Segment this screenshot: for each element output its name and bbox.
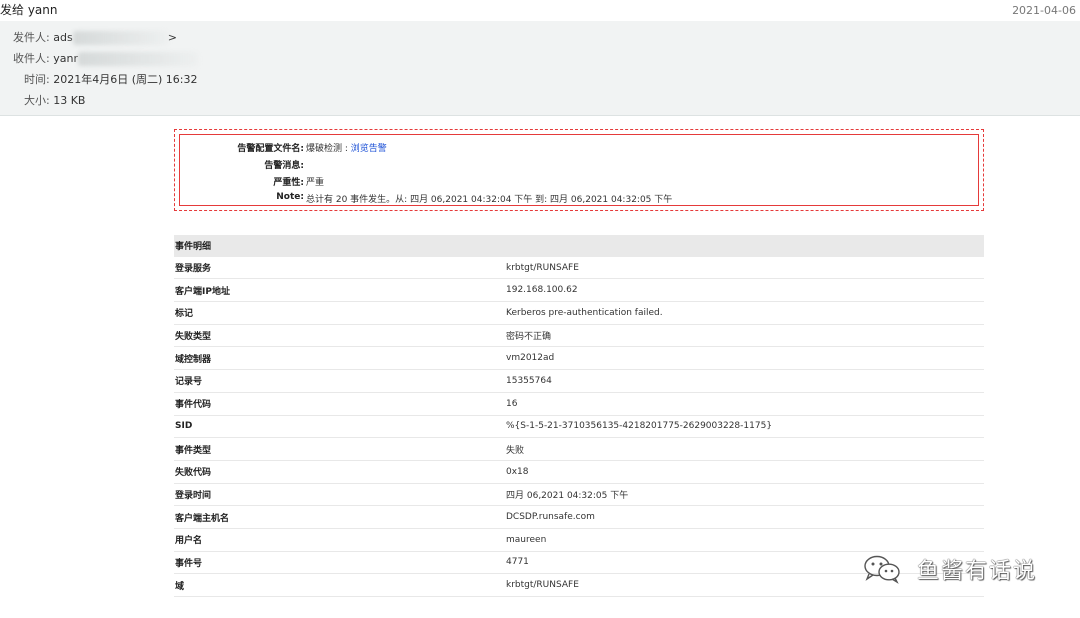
row-key: 失败类型 <box>174 324 499 348</box>
row-key: SID <box>174 415 499 439</box>
row-key: 用户名 <box>174 528 499 552</box>
table-row: 事件代码 16 <box>174 392 984 416</box>
alert-severity-label: 严重性: <box>273 178 304 188</box>
alert-profile-text: 爆破检测 : <box>306 144 351 154</box>
alert-profile-label: 告警配置文件名: <box>237 144 304 154</box>
redaction-blur <box>77 52 198 66</box>
row-value: krbtgt/RUNSAFE <box>499 256 984 280</box>
row-value: 0x18 <box>499 460 984 484</box>
size-value: 13 KB <box>53 94 86 107</box>
redaction-blur <box>72 31 168 45</box>
row-value: 失败 <box>499 437 984 461</box>
table-row: 失败类型 密码不正确 <box>174 324 984 348</box>
row-value: %{S-1-5-21-3710356135-4218201775-2629003… <box>499 415 984 439</box>
alert-note-row: Note: 总计有 20 事件发生。从: 四月 06,2021 04:32:04… <box>180 192 980 205</box>
row-value: Kerberos pre-authentication failed. <box>499 301 984 325</box>
table-row: 登录时间 四月 06,2021 04:32:05 下午 <box>174 483 984 507</box>
time-row: 时间: 2021年4月6日 (周二) 16:32 <box>24 71 198 87</box>
table-row: SID %{S-1-5-21-3710356135-4218201775-2629… <box>174 415 984 439</box>
row-value: DCSDP.runsafe.com <box>499 505 984 529</box>
from-value[interactable]: ads <box>53 31 72 44</box>
row-key: 事件代码 <box>174 392 499 416</box>
time-label: 时间: <box>24 73 50 86</box>
alert-summary-box: 告警配置文件名: 爆破检测 : 浏览告警 告警消息: 严重性: 严重 Note:… <box>174 129 984 211</box>
row-key: 失败代码 <box>174 460 499 484</box>
to-label: 收件人: <box>13 52 50 65</box>
email-subject-bar: 发给 yann 2021-04-06 <box>0 0 1080 22</box>
table-row: 失败代码 0x18 <box>174 460 984 484</box>
alert-profile-value: 爆破检测 : 浏览告警 <box>306 141 387 154</box>
row-value: 密码不正确 <box>499 324 984 348</box>
table-header-empty <box>499 235 984 257</box>
to-row: 收件人: yanr <box>13 50 198 66</box>
row-key: 客户端IP地址 <box>174 278 499 303</box>
email-date: 2021-04-06 <box>1012 4 1076 17</box>
table-row: 登录服务 krbtgt/RUNSAFE <box>174 256 984 280</box>
time-value: 2021年4月6日 (周二) 16:32 <box>53 73 198 86</box>
from-label: 发件人: <box>13 31 50 44</box>
event-details-table: 事件明细 登录服务 krbtgt/RUNSAFE 客户端IP地址 192.168.1… <box>174 235 984 597</box>
table-row: 用户名 maureen <box>174 528 984 552</box>
row-value: maureen <box>499 528 984 552</box>
row-key: 事件类型 <box>174 437 499 461</box>
row-key: 记录号 <box>174 369 499 393</box>
row-key: 登录时间 <box>174 483 499 507</box>
table-row: 客户端主机名 DCSDP.runsafe.com <box>174 505 984 529</box>
row-key: 客户端主机名 <box>174 505 499 529</box>
alert-severity-row: 严重性: 严重 <box>180 175 980 188</box>
table-row: 事件类型 失败 <box>174 437 984 461</box>
size-label: 大小: <box>24 94 50 107</box>
alert-note-label: Note: <box>276 192 304 202</box>
from-row: 发件人: ads > <box>13 29 177 45</box>
table-row: 客户端IP地址 192.168.100.62 <box>174 278 984 303</box>
alert-message-label: 告警消息: <box>264 161 304 171</box>
wechat-icon <box>862 554 902 584</box>
table-row: 记录号 15355764 <box>174 369 984 393</box>
row-value: 16 <box>499 392 984 416</box>
row-key: 标记 <box>174 301 499 325</box>
alert-summary-inner: 告警配置文件名: 爆破检测 : 浏览告警 告警消息: 严重性: 严重 Note:… <box>179 134 979 206</box>
row-value: 15355764 <box>499 369 984 393</box>
table-row: 标记 Kerberos pre-authentication failed. <box>174 301 984 325</box>
email-subject: 发给 yann <box>0 3 58 17</box>
alert-message-row: 告警消息: <box>180 158 980 171</box>
watermark: 鱼酱有话说 <box>862 553 1037 589</box>
row-value: 192.168.100.62 <box>499 278 984 303</box>
row-key: 事件号 <box>174 551 499 575</box>
watermark-text: 鱼酱有话说 <box>917 559 1038 584</box>
alert-profile-row: 告警配置文件名: 爆破检测 : 浏览告警 <box>180 141 980 154</box>
email-header: 发件人: ads > 收件人: yanr 时间: 2021年4月6日 (周二) 1… <box>0 21 1080 116</box>
row-value: vm2012ad <box>499 346 984 371</box>
row-key: 登录服务 <box>174 256 499 280</box>
view-alert-link[interactable]: 浏览告警 <box>351 144 387 154</box>
table-header-row: 事件明细 <box>174 235 984 257</box>
to-value[interactable]: yanr <box>53 52 78 65</box>
size-row: 大小: 13 KB <box>24 92 85 108</box>
row-value: 四月 06,2021 04:32:05 下午 <box>499 483 984 507</box>
from-suffix: > <box>167 31 177 44</box>
table-header-label: 事件明细 <box>174 235 499 257</box>
table-row: 域控制器 vm2012ad <box>174 346 984 371</box>
row-key: 域 <box>174 573 499 597</box>
alert-severity-value: 严重 <box>306 178 325 188</box>
alert-note-value: 总计有 20 事件发生。从: 四月 06,2021 04:32:04 下午 到:… <box>306 195 673 205</box>
row-key: 域控制器 <box>174 346 499 371</box>
